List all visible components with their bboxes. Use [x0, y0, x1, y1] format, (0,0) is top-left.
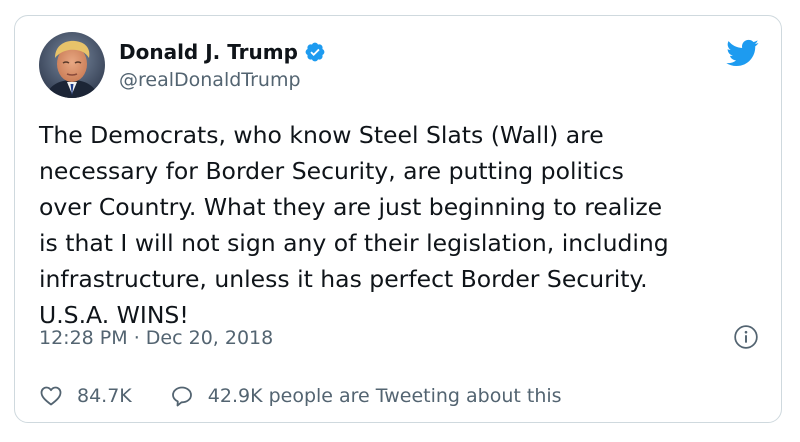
- speech-bubble-icon: [171, 386, 192, 407]
- conversation-count-text: 42.9K people are Tweeting about this: [207, 385, 562, 407]
- info-icon[interactable]: [733, 324, 759, 350]
- tweet-text-line: over Country. What they are just beginni…: [39, 193, 663, 221]
- author-name-row: Donald J. Trump: [119, 40, 326, 64]
- tweet-text-line: The Democrats, who know Steel Slats (Wal…: [39, 121, 604, 149]
- like-count: 84.7K: [77, 385, 132, 407]
- tweet-date: Dec 20, 2018: [145, 327, 274, 349]
- like-button[interactable]: 84.7K: [39, 384, 132, 408]
- conversation-button[interactable]: 42.9K people are Tweeting about this: [170, 384, 562, 408]
- tweet-text-line: infrastructure, unless it has perfect Bo…: [39, 265, 648, 293]
- tweet-time: 12:28 PM: [39, 327, 128, 349]
- twitter-bird-icon[interactable]: [725, 36, 759, 70]
- tweet-text: The Democrats, who know Steel Slats (Wal…: [39, 117, 774, 333]
- author-avatar[interactable]: [39, 32, 105, 98]
- tweet-timestamp[interactable]: 12:28 PM · Dec 20, 2018: [39, 326, 273, 350]
- author-handle[interactable]: @realDonaldTrump: [119, 68, 301, 92]
- timestamp-separator: ·: [133, 327, 146, 349]
- heart-icon: [40, 386, 62, 406]
- verified-badge-icon: [305, 42, 325, 62]
- tweet-card[interactable]: Donald J. Trump @realDonaldTrump The Dem…: [14, 15, 782, 423]
- tweet-text-line: necessary for Border Security, are putti…: [39, 157, 624, 185]
- tweet-actions: 84.7K 42.9K people are Tweeting about th…: [39, 384, 562, 408]
- profile-photo-image: [39, 32, 105, 98]
- author-display-name[interactable]: Donald J. Trump: [119, 40, 298, 64]
- tweet-text-line: is that I will not sign any of their leg…: [39, 229, 669, 257]
